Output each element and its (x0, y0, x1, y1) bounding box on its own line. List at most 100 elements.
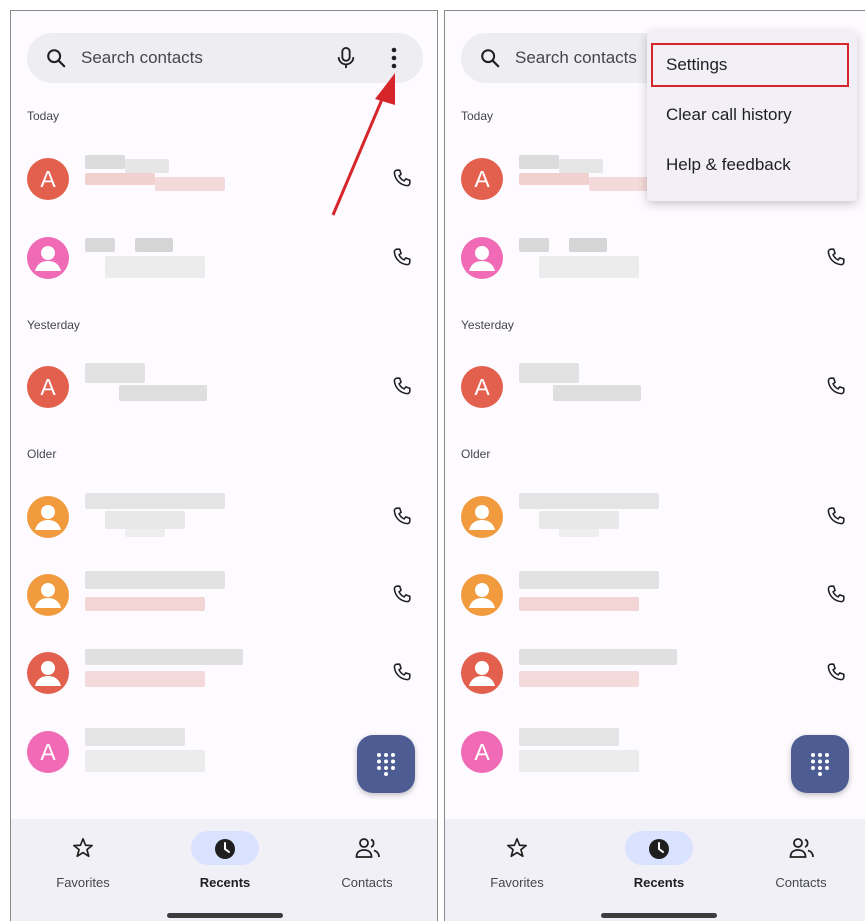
redacted-contact-name (519, 649, 677, 695)
redaction-block (85, 173, 155, 185)
home-indicator[interactable] (167, 913, 283, 918)
redaction-block (125, 159, 169, 173)
avatar: A (27, 158, 69, 200)
dialpad-button[interactable] (357, 735, 415, 793)
call-log-item[interactable] (11, 561, 437, 627)
redaction-block (85, 493, 225, 509)
search-icon (47, 49, 66, 68)
phone-icon[interactable] (825, 246, 847, 268)
redaction-block (519, 649, 677, 665)
redaction-block (85, 597, 205, 611)
nav-contacts[interactable]: Contacts (751, 831, 851, 891)
redaction-block (519, 173, 589, 185)
phone-icon[interactable] (391, 583, 413, 605)
section-header-older: Older (461, 447, 491, 461)
dialpad-icon (377, 753, 395, 776)
call-log-item[interactable] (445, 561, 865, 627)
redacted-contact-name (85, 493, 225, 539)
call-log-item[interactable]: A (11, 353, 437, 419)
redaction-block (85, 728, 185, 746)
nav-contacts[interactable]: Contacts (317, 831, 417, 891)
redacted-contact-name (85, 234, 225, 280)
phone-icon[interactable] (391, 375, 413, 397)
search-icon (481, 49, 500, 68)
overflow-menu: Settings Clear call history Help & feedb… (647, 31, 857, 201)
menu-item-help-feedback[interactable]: Help & feedback (647, 141, 857, 189)
nav-contacts-label: Contacts (775, 875, 827, 890)
nav-recents[interactable]: Recents (175, 831, 275, 891)
redaction-block (85, 155, 125, 169)
nav-recents-label: Recents (633, 875, 685, 890)
menu-item-clear-call-history[interactable]: Clear call history (647, 91, 857, 139)
section-header-today: Today (27, 109, 60, 123)
clock-icon (649, 839, 669, 859)
search-placeholder[interactable]: Search contacts (81, 48, 203, 68)
nav-contacts-label: Contacts (341, 875, 393, 890)
call-log-item[interactable] (11, 639, 437, 705)
redaction-block (559, 159, 603, 173)
redaction-block (519, 155, 559, 169)
redaction-block (85, 750, 205, 772)
avatar (27, 496, 69, 538)
redaction-block (519, 571, 659, 589)
dialpad-button[interactable] (791, 735, 849, 793)
redaction-block (519, 363, 579, 383)
call-log-item[interactable] (445, 224, 865, 290)
person-icon (469, 246, 495, 271)
redaction-block (519, 597, 639, 611)
call-log-item[interactable] (11, 224, 437, 290)
phone-icon[interactable] (825, 505, 847, 527)
call-log-item[interactable]: A (445, 353, 865, 419)
phone-icon[interactable] (825, 583, 847, 605)
phone-screen-left: Search contacts Today Yesterday Older A A… (10, 10, 438, 921)
phone-icon[interactable] (825, 375, 847, 397)
person-icon (469, 505, 495, 530)
call-log-item[interactable] (445, 483, 865, 549)
phone-icon[interactable] (391, 167, 413, 189)
more-vert-icon[interactable] (387, 46, 401, 70)
nav-favorites[interactable]: Favorites (467, 831, 567, 891)
section-header-yesterday: Yesterday (461, 318, 514, 332)
redaction-block (135, 238, 173, 252)
phone-icon[interactable] (391, 505, 413, 527)
section-header-today: Today (461, 109, 494, 123)
nav-recents[interactable]: Recents (609, 831, 709, 891)
search-placeholder[interactable]: Search contacts (515, 48, 637, 68)
call-log-item[interactable] (11, 483, 437, 549)
star-outline-icon (73, 838, 93, 858)
nav-favorites-label: Favorites (56, 875, 110, 890)
nav-recents-label: Recents (199, 875, 251, 890)
nav-favorites[interactable]: Favorites (33, 831, 133, 891)
redacted-contact-name (85, 363, 225, 409)
redaction-block (119, 385, 207, 401)
redaction-block (519, 671, 639, 687)
phone-screen-right: Search contacts Today Yesterday Older A A… (444, 10, 865, 921)
phone-icon[interactable] (391, 661, 413, 683)
person-icon (35, 246, 61, 271)
redaction-block (519, 750, 639, 772)
redacted-contact-name (85, 649, 243, 695)
avatar: A (461, 731, 503, 773)
redacted-contact-name (85, 571, 225, 617)
mic-icon[interactable] (335, 46, 357, 70)
phone-icon[interactable] (391, 246, 413, 268)
redaction-block (85, 363, 145, 383)
avatar: A (27, 366, 69, 408)
phone-icon[interactable] (825, 661, 847, 683)
redaction-block (559, 529, 599, 537)
avatar: A (461, 158, 503, 200)
redacted-contact-name (519, 728, 659, 774)
avatar (27, 652, 69, 694)
redacted-contact-name (85, 728, 225, 774)
call-log-item[interactable]: A (11, 145, 437, 211)
people-icon (789, 838, 814, 858)
person-icon (35, 661, 61, 686)
home-indicator[interactable] (601, 913, 717, 918)
dialpad-icon (811, 753, 829, 776)
section-header-yesterday: Yesterday (27, 318, 80, 332)
redaction-block (85, 649, 243, 665)
redaction-block (519, 493, 659, 509)
redaction-block (539, 511, 619, 529)
call-log-item[interactable] (445, 639, 865, 705)
redacted-contact-name (519, 571, 659, 617)
